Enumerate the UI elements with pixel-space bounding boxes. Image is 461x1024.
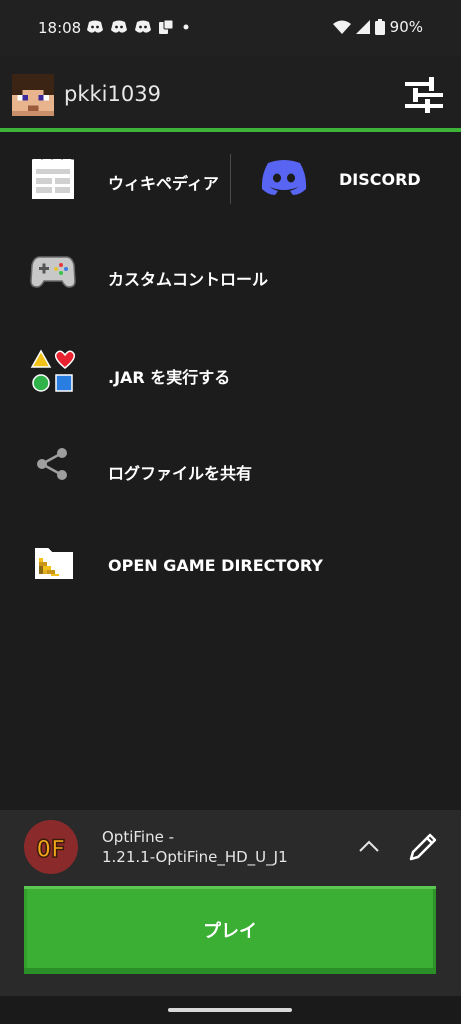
share-icon (34, 446, 80, 492)
signal-icon (355, 20, 370, 34)
wiki-label[interactable]: ウィキペディア (108, 170, 219, 194)
wiki-button[interactable] (30, 156, 76, 203)
folder-icon (34, 546, 80, 592)
menu-row-custom-controls[interactable]: カスタムコントロール (0, 232, 461, 320)
gesture-handle[interactable] (168, 1008, 292, 1012)
menu-row-run-jar[interactable]: .JAR を実行する (0, 328, 461, 416)
sliders-icon (405, 77, 443, 113)
profile-bar: OF OptiFine - 1.21.1-OptiFine_HD_U_J1 プレ… (0, 810, 461, 1024)
share-logs-label: ログファイルを共有 (108, 464, 253, 483)
run-jar-label: .JAR を実行する (108, 368, 231, 387)
battery-icon (374, 19, 385, 35)
profile-name-line2[interactable]: 1.21.1-OptiFine_HD_U_J1 (102, 848, 288, 866)
gamepad-icon (30, 253, 76, 299)
discord-notification-icon (111, 20, 127, 33)
phone-notification-icon (159, 19, 174, 34)
discord-notification-icon (87, 20, 103, 33)
status-bar: 18:08 90% (0, 0, 461, 56)
status-right: 90% (332, 18, 423, 36)
account-bar: pkki1039 (0, 56, 461, 130)
chevron-up-icon (359, 840, 379, 852)
battery-percent: 90% (389, 18, 423, 36)
discord-icon (261, 160, 307, 195)
pencil-icon (409, 833, 437, 861)
shapes-icon (30, 348, 76, 394)
custom-controls-label: カスタムコントロール (108, 270, 269, 289)
navigation-bar (0, 996, 461, 1024)
status-time: 18:08 (38, 19, 82, 37)
play-button-label: プレイ (203, 921, 257, 942)
dot-icon (183, 24, 189, 30)
username: pkki1039 (64, 82, 161, 106)
profile-name-line1[interactable]: OptiFine - (102, 828, 174, 846)
menu-row-open-directory[interactable]: OPEN GAME DIRECTORY (0, 520, 461, 608)
profile-icon-text: OF (37, 835, 66, 863)
open-directory-label: OPEN GAME DIRECTORY (108, 556, 323, 575)
discord-button[interactable] (260, 158, 310, 202)
newspaper-icon (31, 156, 74, 199)
discord-notification-icon (135, 20, 151, 33)
profile-expand-button[interactable] (356, 836, 382, 856)
settings-button[interactable] (403, 74, 445, 116)
menu-divider (230, 154, 231, 204)
discord-label[interactable]: DISCORD (339, 170, 421, 189)
accent-divider (0, 128, 461, 132)
edit-profile-button[interactable] (406, 830, 440, 864)
play-button[interactable]: プレイ (24, 886, 436, 974)
notification-icons (86, 19, 192, 35)
avatar[interactable] (12, 74, 54, 116)
menu-row-share-logs[interactable]: ログファイルを共有 (0, 424, 461, 512)
profile-icon[interactable]: OF (24, 820, 78, 874)
wifi-icon (332, 20, 351, 34)
